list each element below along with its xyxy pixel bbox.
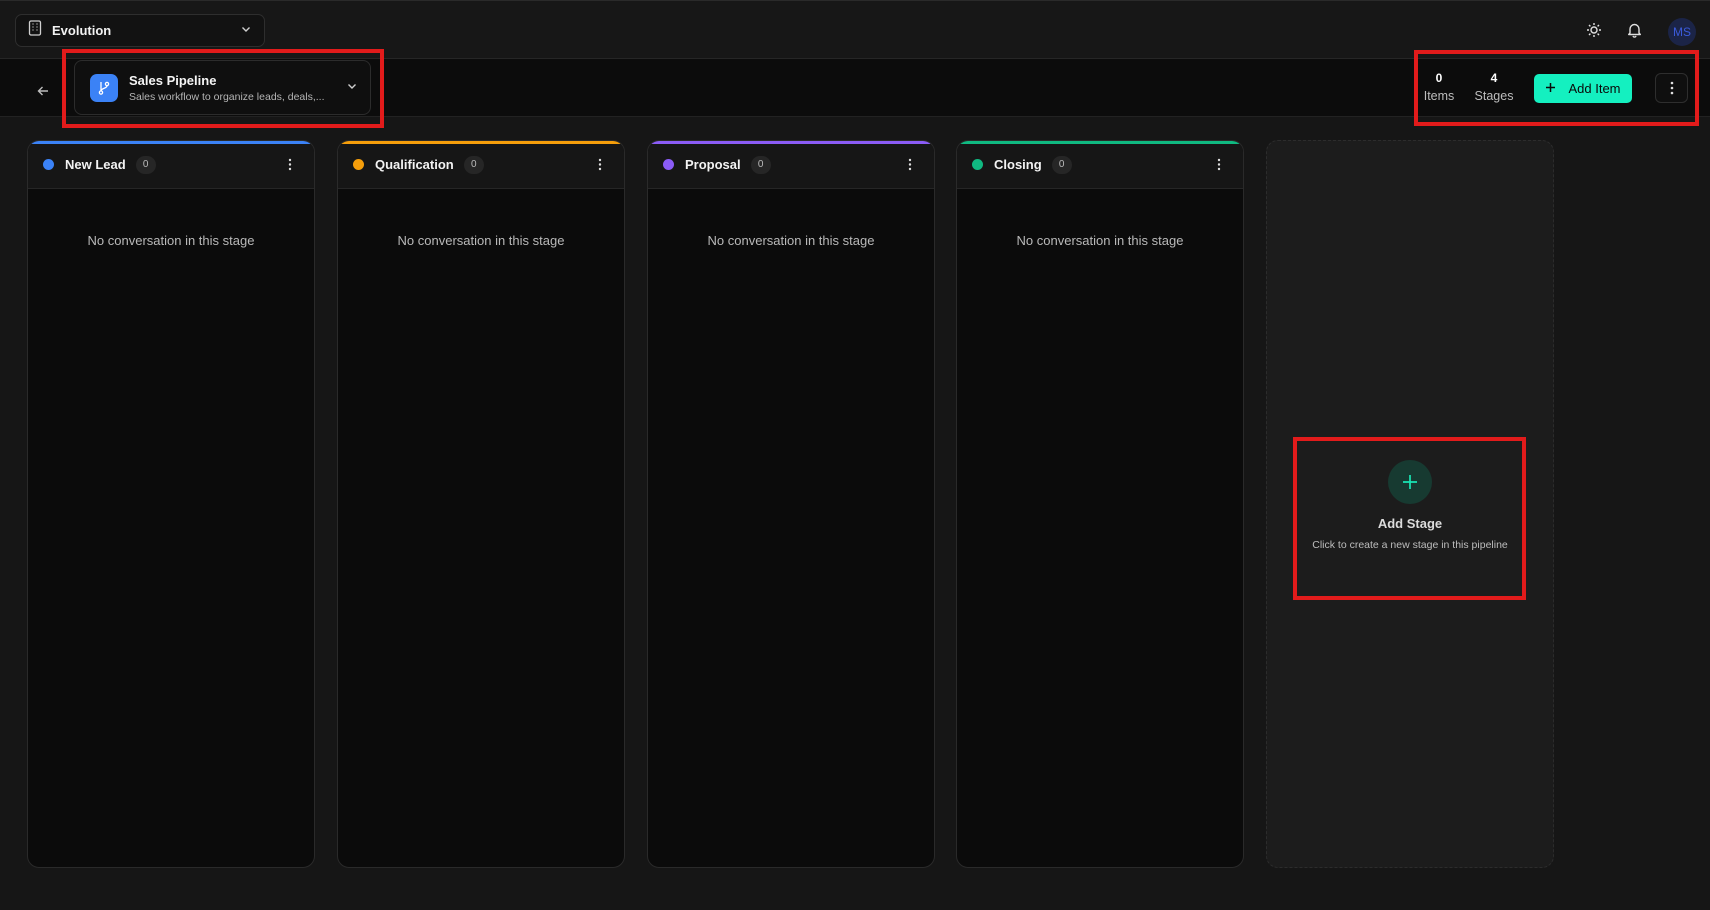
stage-more-icon[interactable]: [900, 155, 920, 175]
stage-color-dot: [353, 159, 364, 170]
stage-column-closing: Closing 0 No conversation in this stage: [956, 140, 1244, 868]
empty-stage-text: No conversation in this stage: [707, 233, 875, 248]
git-branch-icon: [90, 73, 118, 102]
stage-count-badge: 0: [135, 155, 156, 174]
pipeline-selector[interactable]: Sales Pipeline Sales workflow to organiz…: [74, 60, 371, 115]
stage-count-badge: 0: [1051, 155, 1072, 174]
stage-color-dot: [972, 159, 983, 170]
chevron-down-icon: [240, 22, 252, 40]
organization-name: Evolution: [52, 23, 112, 38]
theme-toggle-sun-icon[interactable]: [1583, 19, 1605, 41]
stage-header: Closing 0: [957, 141, 1243, 189]
stage-accent-bar: [648, 141, 934, 144]
add-item-label: Add Item: [1568, 81, 1621, 96]
plus-icon: [1388, 460, 1432, 504]
building-icon: [28, 20, 42, 41]
pipeline-description: Sales workflow to organize leads, deals,…: [129, 90, 325, 103]
pipeline-title: Sales Pipeline: [129, 72, 217, 88]
stage-header: Qualification 0: [338, 141, 624, 189]
empty-stage-text: No conversation in this stage: [397, 233, 565, 248]
empty-stage-text: No conversation in this stage: [1016, 233, 1184, 248]
stage-accent-bar: [957, 141, 1243, 144]
stages-stat: 4 Stages: [1472, 71, 1516, 103]
top-bar: Evolution MS: [0, 0, 1710, 59]
stage-header: Proposal 0: [648, 141, 934, 189]
stage-count-badge: 0: [750, 155, 771, 174]
more-options-icon[interactable]: [1655, 73, 1688, 103]
stage-color-dot: [43, 159, 54, 170]
stages-count: 4: [1490, 71, 1498, 85]
stage-accent-bar: [28, 141, 314, 144]
items-stat: 0 Items: [1421, 71, 1457, 103]
stage-color-dot: [663, 159, 674, 170]
stage-column-qualification: Qualification 0 No conversation in this …: [337, 140, 625, 868]
stage-accent-bar: [338, 141, 624, 144]
chevron-down-icon: [346, 79, 358, 97]
empty-stage-text: No conversation in this stage: [87, 233, 255, 248]
user-avatar[interactable]: MS: [1668, 18, 1696, 46]
add-stage-title: Add Stage: [1377, 516, 1443, 531]
add-item-button[interactable]: Add Item: [1534, 74, 1632, 103]
back-arrow-icon[interactable]: [30, 78, 56, 104]
items-count: 0: [1435, 71, 1443, 85]
stage-title: New Lead: [65, 157, 126, 172]
add-stage-column: Add Stage Click to create a new stage in…: [1266, 140, 1554, 868]
stage-more-icon[interactable]: [280, 155, 300, 175]
items-label: Items: [1423, 89, 1455, 103]
stage-title: Closing: [994, 157, 1042, 172]
bell-icon[interactable]: [1623, 19, 1645, 41]
stage-more-icon[interactable]: [1209, 155, 1229, 175]
add-stage-button[interactable]: Add Stage Click to create a new stage in…: [1291, 439, 1529, 589]
organization-selector[interactable]: Evolution: [15, 14, 265, 47]
add-stage-subtitle: Click to create a new stage in this pipe…: [1312, 539, 1508, 551]
plus-icon: [1545, 81, 1556, 96]
stage-column-proposal: Proposal 0 No conversation in this stage: [647, 140, 935, 868]
pipeline-header: Sales Pipeline Sales workflow to organiz…: [0, 59, 1710, 117]
stage-title: Proposal: [685, 157, 741, 172]
stage-header: New Lead 0: [28, 141, 314, 189]
stage-count-badge: 0: [463, 155, 484, 174]
stages-label: Stages: [1474, 89, 1514, 103]
stage-column-new-lead: New Lead 0 No conversation in this stage: [27, 140, 315, 868]
stage-title: Qualification: [375, 157, 454, 172]
stage-more-icon[interactable]: [590, 155, 610, 175]
